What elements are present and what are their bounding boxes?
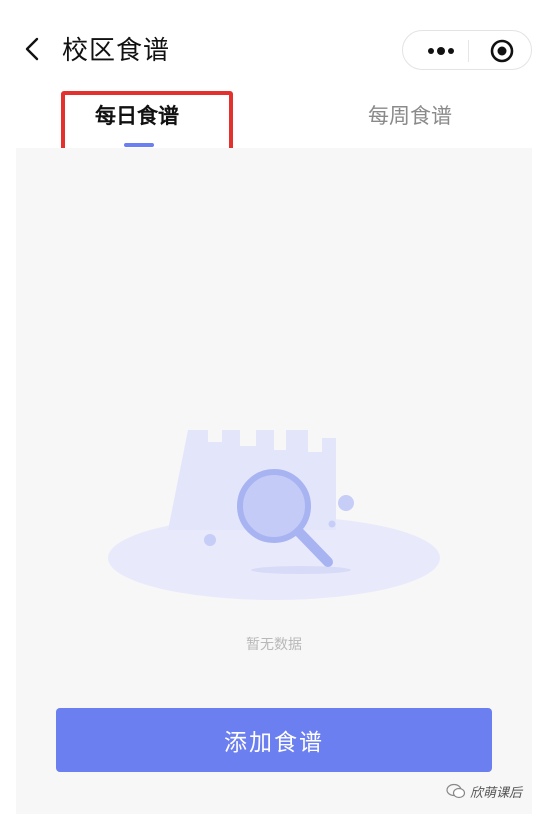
- wechat-icon: [446, 783, 466, 799]
- page-title: 校区食谱: [62, 36, 171, 66]
- add-recipe-button[interactable]: 添加食谱: [56, 708, 492, 772]
- magnifier-empty-illustration: [108, 430, 440, 600]
- record-circle-icon[interactable]: [489, 38, 515, 64]
- watermark: 欣萌课后: [446, 780, 522, 802]
- navigation-bar: 校区食谱: [0, 0, 536, 90]
- content-area: 暂无数据 添加食谱: [16, 148, 532, 814]
- mini-program-capsule: [402, 30, 532, 70]
- empty-state-text: 暂无数据: [246, 637, 302, 653]
- tab-weekly-recipes[interactable]: 每周食谱: [368, 100, 452, 130]
- chevron-left-icon[interactable]: [20, 36, 46, 62]
- more-dots-icon[interactable]: [419, 39, 463, 63]
- watermark-text: 欣萌课后: [470, 785, 523, 801]
- capsule-divider: [468, 40, 469, 62]
